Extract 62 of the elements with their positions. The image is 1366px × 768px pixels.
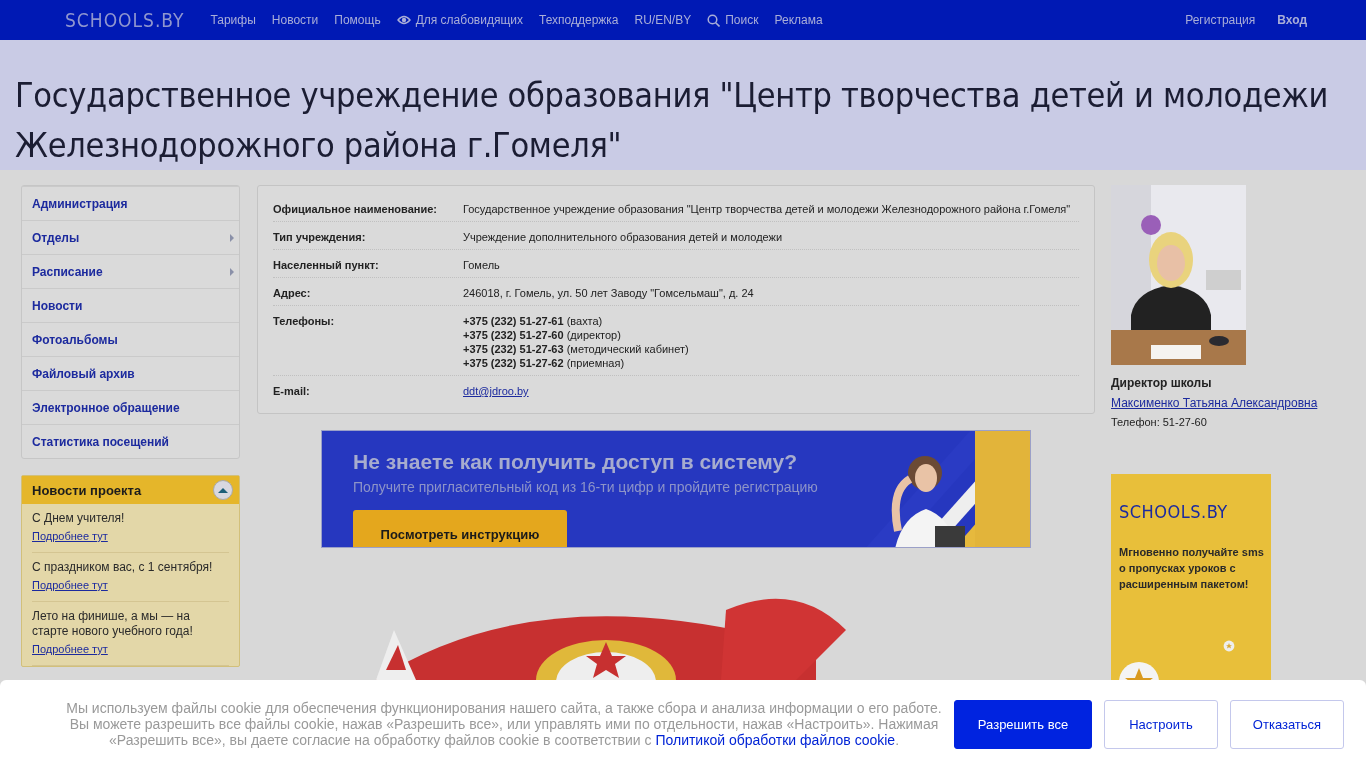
field-value: Учреждение дополнительного образования детей и молодежи bbox=[463, 231, 783, 243]
site-logo[interactable]: SCHOOLS.BY bbox=[65, 9, 185, 31]
phone-number: +375 (232) 51-27-63 (методический кабинет) bbox=[463, 342, 690, 356]
phone-number: +375 (232) 51-27-61 (вахта) bbox=[463, 314, 604, 328]
nav-link[interactable]: Реклама bbox=[774, 13, 823, 27]
submenu-arrow-icon bbox=[230, 267, 234, 276]
field-value: Гомель bbox=[463, 259, 500, 271]
menu-item[interactable]: Новости bbox=[22, 288, 239, 322]
cookie-notice-text: Мы используем файлы cookie для обеспечения функционирования нашего сайта, а также сбора и анализа информации о его работе. Вы можете разрешить все файлы cookie, нажав «Разрешить все», или управлять ими по отдельности, нажав «Настроить». Нажимая «Разрешить все», вы даете согласие на обработку файлов cookie в соответствии с Политикой обработки файлов cookie. bbox=[66, 700, 942, 748]
nav-link[interactable]: Тарифы bbox=[210, 13, 256, 27]
director-name-link[interactable]: Максименко Татьяна Александровна bbox=[1111, 395, 1318, 411]
eye-icon bbox=[396, 14, 411, 26]
menu-item[interactable]: Статистика посещений bbox=[22, 424, 239, 458]
menu-item[interactable]: Файловый архив bbox=[22, 356, 239, 390]
news-title: Новости проекта bbox=[32, 482, 142, 498]
collapse-button[interactable] bbox=[213, 480, 233, 500]
menu-item[interactable]: Администрация bbox=[22, 186, 239, 220]
banner-heading: Не знаете как получить доступ в систему? bbox=[353, 449, 799, 475]
cookie-button[interactable]: Отказаться bbox=[1230, 699, 1344, 749]
cookie-policy-link[interactable]: Политикой обработки файлов cookie bbox=[655, 732, 896, 748]
instruction-button[interactable]: Посмотреть инструкцию bbox=[353, 510, 567, 547]
page-title: Государственное учреждение образования "Центр творчества детей и молодежи Железнодорожного района г.Гомеля" bbox=[15, 74, 1330, 167]
search-icon bbox=[707, 13, 721, 27]
menu-item[interactable]: Расписание bbox=[22, 254, 239, 288]
field-label: Населенный пункт: bbox=[273, 258, 380, 272]
more-link[interactable]: Подробнее тут bbox=[32, 642, 108, 657]
field-value: Государственное учреждение образования "Центр творчества детей и молодежи Железнодорожного района г.Гомеля" bbox=[463, 203, 1071, 215]
banner-subtitle: Получите пригласительный код из 16-ти цифр и пройдите регистрацию bbox=[353, 479, 819, 496]
auth-link[interactable]: Регистрация bbox=[1185, 13, 1256, 27]
director-role: Директор школы bbox=[1111, 376, 1213, 390]
more-link[interactable]: Подробнее тут bbox=[32, 529, 108, 544]
field-label: Телефоны: bbox=[273, 314, 336, 329]
ad-logo: SCHOOLS.BY bbox=[1119, 501, 1229, 522]
submenu-arrow-icon bbox=[230, 233, 234, 242]
field-label: Адрес: bbox=[273, 286, 312, 300]
menu-item[interactable]: Фотоальбомы bbox=[22, 322, 239, 356]
star-icon bbox=[1223, 640, 1235, 652]
field-value: 246018, г. Гомель, ул. 50 лет Заводу "Гомсельмаш", д. 24 bbox=[463, 287, 754, 299]
caret-icon bbox=[218, 487, 228, 493]
nav-link[interactable]: RU/EN/BY bbox=[634, 13, 692, 27]
ad-text: Мгновенно получайте sms о пропусках уроков с расширенным пакетом! bbox=[1119, 545, 1265, 592]
auth-link[interactable]: Вход bbox=[1277, 13, 1307, 27]
field-label: E-mail: bbox=[273, 384, 311, 398]
nav-link[interactable]: Помощь bbox=[334, 13, 381, 27]
phone-number: +375 (232) 51-27-62 (приемная) bbox=[463, 356, 626, 370]
menu-item[interactable]: Электронное обращение bbox=[22, 390, 239, 424]
nav-link[interactable]: Поиск bbox=[707, 13, 759, 27]
nav-link[interactable]: Техподдержка bbox=[539, 13, 619, 27]
phone-number: +375 (232) 51-27-60 (директор) bbox=[463, 328, 622, 342]
field-label: Официальное наименование: bbox=[273, 202, 438, 216]
news-text: Лето на финише, а мы — на старте нового учебного года! bbox=[32, 609, 194, 639]
director-phone: Телефон: 51-27-60 bbox=[1111, 416, 1208, 428]
news-text: С Днем учителя! bbox=[32, 511, 126, 526]
field-label: Тип учреждения: bbox=[273, 230, 367, 244]
news-text: С праздником вас, с 1 сентября! bbox=[32, 560, 214, 575]
allow-all-button[interactable]: Разрешить все bbox=[954, 699, 1092, 749]
menu-item[interactable]: Отделы bbox=[22, 220, 239, 254]
more-link[interactable]: Подробнее тут bbox=[32, 578, 108, 593]
nav-link[interactable]: Для слабовидящих bbox=[396, 13, 523, 27]
cookie-button[interactable]: Настроить bbox=[1104, 699, 1218, 749]
nav-link[interactable]: Новости bbox=[271, 13, 319, 27]
email-link[interactable]: ddt@jdroo.by bbox=[463, 385, 529, 397]
